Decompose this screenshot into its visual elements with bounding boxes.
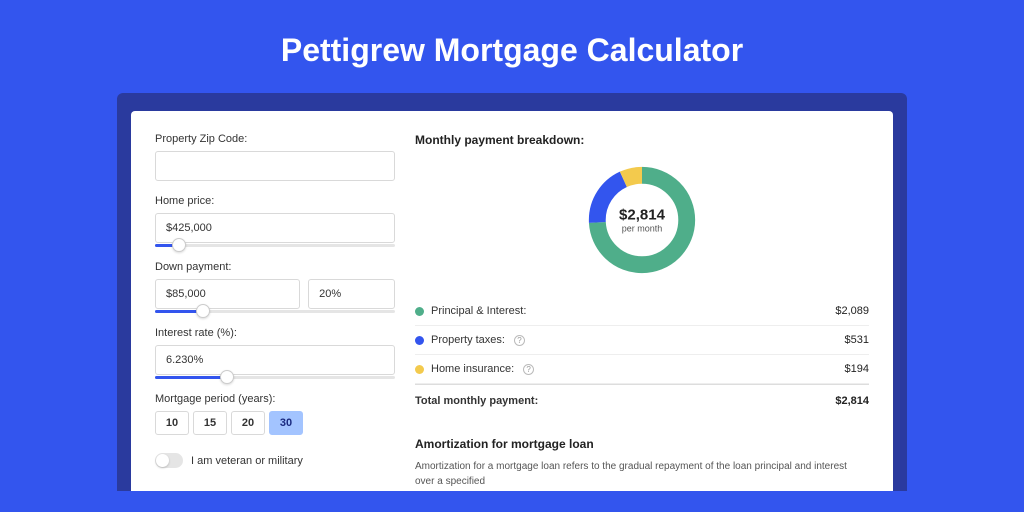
period-button-10[interactable]: 10	[155, 411, 189, 435]
zip-input[interactable]	[155, 151, 395, 181]
period-buttons: 10152030	[155, 411, 395, 435]
home-price-field: Home price:	[155, 195, 395, 247]
interest-slider-thumb[interactable]	[220, 370, 234, 384]
amortization-title: Amortization for mortgage loan	[415, 437, 869, 451]
card: Property Zip Code: Home price: Down paym…	[131, 111, 893, 491]
interest-input[interactable]	[155, 345, 395, 375]
veteran-toggle[interactable]	[155, 453, 183, 468]
home-price-label: Home price:	[155, 195, 395, 207]
down-payment-slider[interactable]	[155, 310, 395, 313]
legend-value: $2,089	[835, 305, 869, 317]
veteran-row: I am veteran or military	[155, 453, 395, 468]
period-button-30[interactable]: 30	[269, 411, 303, 435]
veteran-label: I am veteran or military	[191, 455, 303, 467]
down-payment-pct-input[interactable]	[308, 279, 395, 309]
legend-dot-icon	[415, 365, 424, 374]
legend-row: Home insurance:? $194	[415, 355, 869, 384]
period-button-15[interactable]: 15	[193, 411, 227, 435]
legend-label: Principal & Interest:	[431, 305, 526, 317]
legend-row: Property taxes:? $531	[415, 326, 869, 355]
down-payment-input[interactable]	[155, 279, 300, 309]
down-payment-label: Down payment:	[155, 261, 395, 273]
legend-row: Principal & Interest: $2,089	[415, 297, 869, 326]
legend-value: $531	[845, 334, 869, 346]
interest-field: Interest rate (%):	[155, 327, 395, 379]
legend-dot-icon	[415, 336, 424, 345]
interest-slider[interactable]	[155, 376, 395, 379]
home-price-slider[interactable]	[155, 244, 395, 247]
donut-wrap: $2,814 per month	[415, 155, 869, 297]
period-label: Mortgage period (years):	[155, 393, 395, 405]
interest-slider-fill	[155, 376, 227, 379]
legend-label: Home insurance:	[431, 363, 514, 375]
down-payment-field: Down payment:	[155, 261, 395, 313]
legend-dot-icon	[415, 307, 424, 316]
period-button-20[interactable]: 20	[231, 411, 265, 435]
down-payment-slider-thumb[interactable]	[196, 304, 210, 318]
breakdown-panel: Monthly payment breakdown: $2,814 per mo…	[415, 133, 869, 491]
breakdown-title: Monthly payment breakdown:	[415, 133, 869, 147]
page-title: Pettigrew Mortgage Calculator	[0, 0, 1024, 93]
zip-label: Property Zip Code:	[155, 133, 395, 145]
veteran-toggle-knob	[156, 454, 169, 467]
amortization-text: Amortization for a mortgage loan refers …	[415, 459, 869, 489]
period-field: Mortgage period (years): 10152030	[155, 393, 395, 435]
form-panel: Property Zip Code: Home price: Down paym…	[155, 133, 395, 491]
amortization-section: Amortization for mortgage loan Amortizat…	[415, 437, 869, 489]
help-icon[interactable]: ?	[523, 364, 534, 375]
legend-label: Property taxes:	[431, 334, 505, 346]
total-row: Total monthly payment: $2,814	[415, 384, 869, 415]
home-price-slider-thumb[interactable]	[172, 238, 186, 252]
donut-amount: $2,814	[619, 207, 665, 224]
home-price-input[interactable]	[155, 213, 395, 243]
total-value: $2,814	[835, 395, 869, 407]
total-label: Total monthly payment:	[415, 395, 538, 407]
donut-sub: per month	[619, 224, 665, 234]
donut-chart: $2,814 per month	[583, 161, 701, 279]
card-outer: Property Zip Code: Home price: Down paym…	[117, 93, 907, 491]
legend-value: $194	[845, 363, 869, 375]
donut-center: $2,814 per month	[619, 207, 665, 234]
help-icon[interactable]: ?	[514, 335, 525, 346]
zip-field: Property Zip Code:	[155, 133, 395, 181]
interest-label: Interest rate (%):	[155, 327, 395, 339]
